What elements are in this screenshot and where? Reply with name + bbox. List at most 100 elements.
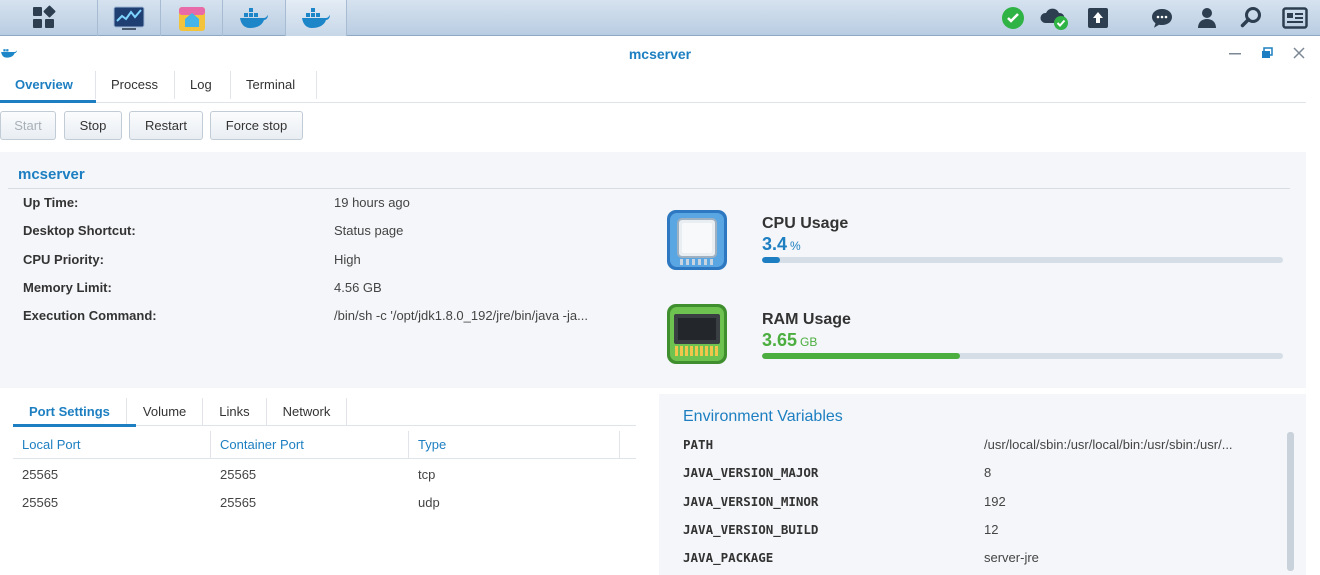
cpu-priority-value: High [334, 252, 361, 267]
container-port-cell: 25565 [220, 495, 257, 510]
resource-monitor-icon [113, 6, 144, 30]
ram-icon [665, 302, 729, 366]
env-key: JAVA_VERSION_BUILD [683, 522, 819, 537]
stop-button[interactable]: Stop [64, 111, 122, 140]
main-menu-button[interactable] [12, 0, 76, 36]
container-port-cell: 25565 [220, 467, 257, 482]
column-local-port[interactable]: Local Port [13, 431, 211, 459]
desktop-shortcut-label: Desktop Shortcut: [23, 223, 136, 238]
execution-command-value: /bin/sh -c '/opt/jdk1.8.0_192/jre/bin/ja… [334, 308, 588, 323]
restore-icon [1262, 47, 1273, 58]
taskbar-app-resource-monitor[interactable] [97, 0, 159, 36]
docker-icon [302, 8, 330, 28]
main-menu-icon [33, 5, 56, 28]
taskbar [0, 0, 1320, 36]
container-name: mcserver [18, 166, 85, 183]
start-button[interactable]: Start [0, 111, 56, 140]
ram-usage-label: RAM Usage [762, 311, 851, 328]
taskbar-app-docker[interactable] [222, 0, 284, 36]
environment-variables-panel: Environment Variables PATH /usr/local/sb… [659, 394, 1306, 575]
env-value: 192 [984, 494, 1006, 509]
cloud-sync-button[interactable] [1036, 0, 1072, 36]
active-tab-indicator [13, 424, 136, 427]
tab-overview[interactable]: Overview [0, 71, 96, 99]
env-value: server-jre [984, 550, 1039, 565]
env-key: JAVA_VERSION_MINOR [683, 494, 819, 509]
cpu-usage-bar [762, 257, 1283, 263]
uptime-label: Up Time: [23, 195, 79, 210]
ram-usage-value: 3.65 GB [762, 330, 818, 350]
execution-command-label: Execution Command: [23, 308, 157, 323]
column-type[interactable]: Type [409, 431, 620, 459]
user-icon [1198, 8, 1216, 28]
local-port-cell: 25565 [22, 467, 59, 482]
env-key: JAVA_VERSION_MAJOR [683, 465, 819, 480]
minimize-button[interactable] [1227, 45, 1243, 61]
scrollbar[interactable] [1287, 432, 1294, 571]
table-row[interactable]: 25565 25565 udp [13, 489, 636, 517]
cpu-usage-bar-fill [762, 257, 780, 263]
env-key: JAVA_PACKAGE [683, 550, 774, 565]
env-row[interactable]: JAVA_VERSION_BUILD 12 [683, 516, 1283, 544]
cpu-usage-value: 3.4% [762, 234, 801, 254]
window-header: mcserver [0, 37, 1320, 69]
tab-port-settings[interactable]: Port Settings [13, 398, 127, 425]
tab-volume[interactable]: Volume [127, 398, 204, 425]
user-button[interactable] [1189, 0, 1225, 36]
taskbar-app-package-center[interactable] [160, 0, 222, 36]
env-key: PATH [683, 437, 714, 452]
type-cell: udp [418, 495, 440, 510]
docker-icon [239, 8, 268, 28]
type-cell: tcp [418, 467, 436, 482]
taskbar-app-docker-active[interactable] [285, 0, 347, 36]
tab-log[interactable]: Log [175, 71, 231, 99]
restart-button[interactable]: Restart [129, 111, 203, 140]
env-value: /usr/local/sbin:/usr/local/bin:/usr/sbin… [984, 437, 1233, 452]
port-settings-panel: Port Settings Volume Links Network Local… [0, 394, 651, 575]
widgets-icon [1282, 7, 1308, 29]
divider [8, 188, 1290, 189]
widgets-button[interactable] [1277, 0, 1313, 36]
status-ok-button[interactable] [995, 0, 1031, 36]
tab-links[interactable]: Links [203, 398, 267, 425]
tab-terminal[interactable]: Terminal [231, 71, 317, 99]
cpu-usage-label: CPU Usage [762, 215, 849, 232]
port-tabs: Port Settings Volume Links Network [13, 398, 636, 426]
tab-network[interactable]: Network [267, 398, 348, 425]
memory-limit-label: Memory Limit: [23, 280, 112, 295]
env-value: 12 [984, 522, 999, 537]
maximize-button[interactable] [1259, 45, 1275, 61]
chat-icon [1152, 9, 1172, 28]
window-tabs: Overview Process Log Terminal [0, 69, 1306, 103]
search-button[interactable] [1233, 0, 1269, 36]
table-header: Local Port Container Port Type [13, 431, 636, 459]
memory-limit-value: 4.56 GB [334, 280, 382, 295]
desktop-shortcut-value: Status page [334, 223, 404, 238]
close-button[interactable] [1291, 45, 1307, 61]
cloud-sync-icon [1040, 8, 1068, 30]
overview-panel: mcserver Up Time: 19 hours ago Desktop S… [0, 152, 1306, 388]
env-row[interactable]: JAVA_VERSION_MINOR 192 [683, 488, 1283, 516]
ram-usage-bar-fill [762, 353, 960, 359]
upload-button[interactable] [1080, 0, 1116, 36]
uptime-value: 19 hours ago [334, 195, 410, 210]
ram-usage-bar [762, 353, 1283, 359]
column-container-port[interactable]: Container Port [211, 431, 409, 459]
minimize-icon [1229, 53, 1241, 55]
status-ok-icon [1002, 7, 1024, 29]
window-title: mcserver [628, 46, 692, 62]
active-tab-indicator [0, 100, 96, 103]
env-row[interactable]: JAVA_PACKAGE server-jre [683, 544, 1283, 572]
search-icon [1240, 7, 1261, 28]
env-row[interactable]: PATH /usr/local/sbin:/usr/local/bin:/usr… [683, 431, 1283, 459]
package-center-icon [178, 7, 205, 31]
env-row[interactable]: JAVA_VERSION_MAJOR 8 [683, 459, 1283, 487]
table-row[interactable]: 25565 25565 tcp [13, 461, 636, 489]
close-icon [1293, 47, 1305, 59]
local-port-cell: 25565 [22, 495, 59, 510]
chat-button[interactable] [1144, 0, 1180, 36]
cpu-priority-label: CPU Priority: [23, 252, 104, 267]
cpu-icon [665, 208, 729, 272]
force-stop-button[interactable]: Force stop [210, 111, 303, 140]
tab-process[interactable]: Process [96, 71, 175, 99]
